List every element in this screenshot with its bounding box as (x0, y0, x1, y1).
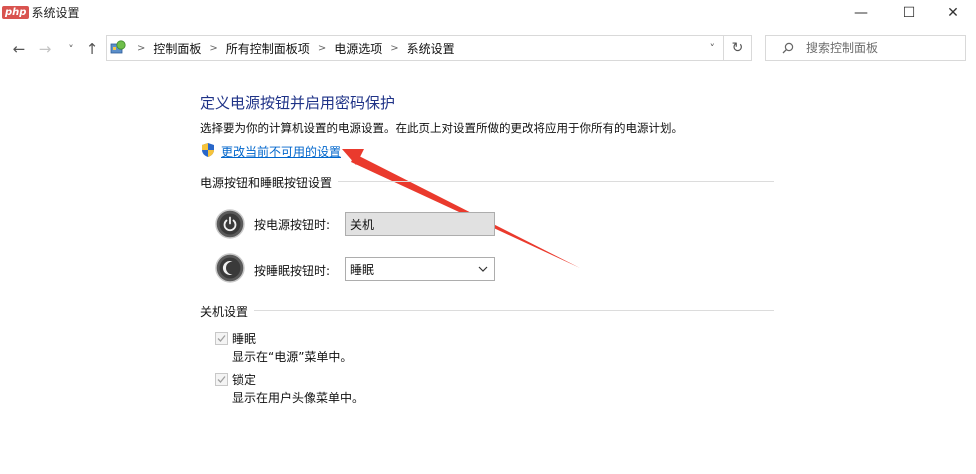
chevron-down-icon (478, 266, 488, 272)
power-button-select-value: 关机 (350, 217, 375, 232)
forward-button[interactable]: → (35, 38, 55, 60)
back-button[interactable]: ← (9, 38, 29, 60)
power-button-select[interactable]: 关机 (345, 212, 495, 236)
sleep-button-label: 按睡眠按钮时: (254, 264, 331, 278)
close-button[interactable]: ✕ (930, 0, 976, 26)
breadcrumb-item-all-items[interactable]: 所有控制面板项 (226, 40, 310, 57)
breadcrumb-item-power-options[interactable]: 电源选项 (334, 40, 382, 57)
search-icon (782, 42, 794, 54)
sleep-button-icon (215, 253, 245, 283)
power-group-title: 电源按钮和睡眠按钮设置 (200, 174, 339, 191)
breadcrumb-separator-icon: > (390, 42, 399, 54)
up-button[interactable]: ↑ (82, 38, 102, 60)
power-button-icon (215, 209, 245, 239)
annotation-arrow (342, 149, 580, 268)
lock-checkbox[interactable] (215, 373, 228, 386)
recent-locations-button[interactable]: ˅ (61, 38, 81, 60)
lock-checkbox-label: 锁定 (232, 373, 257, 387)
uac-shield-icon (200, 142, 216, 158)
breadcrumb-separator-icon: > (209, 42, 218, 54)
maximize-button[interactable]: ☐ (886, 0, 932, 26)
window-title: php 系统设置 (2, 3, 79, 21)
power-button-label: 按电源按钮时: (254, 218, 331, 232)
search-box[interactable] (765, 35, 966, 61)
lock-checkbox-description: 显示在用户头像菜单中。 (232, 391, 365, 405)
check-icon (217, 376, 226, 383)
sleep-checkbox-description: 显示在“电源”菜单中。 (232, 350, 353, 364)
sleep-button-select[interactable]: 睡眠 (345, 257, 495, 281)
page-title: 定义电源按钮并启用密码保护 (200, 94, 396, 112)
breadcrumb-separator-icon: > (137, 42, 146, 54)
breadcrumb-separator-icon: > (317, 42, 327, 54)
sleep-checkbox[interactable] (215, 332, 228, 345)
window-title-text: 系统设置 (31, 5, 80, 20)
address-dropdown-button[interactable]: ˅ (710, 42, 716, 55)
shutdown-group-title: 关机设置 (200, 303, 255, 320)
shutdown-group-divider (200, 310, 774, 311)
search-input[interactable] (804, 40, 958, 56)
refresh-button[interactable]: ↻ (724, 35, 752, 61)
sleep-button-select-value: 睡眠 (350, 262, 375, 277)
change-unavailable-settings-link[interactable]: 更改当前不可用的设置 (221, 143, 341, 160)
page-description: 选择要为你的计算机设置的电源设置。在此页上对设置所做的更改将应用于你所有的电源计… (200, 121, 683, 135)
title-bar: php 系统设置 — ☐ ✕ (0, 0, 976, 30)
breadcrumb-item-system-settings[interactable]: 系统设置 (407, 40, 455, 57)
control-panel-icon (109, 38, 127, 59)
sleep-checkbox-label: 睡眠 (232, 332, 257, 346)
breadcrumb-item-control-panel[interactable]: 控制面板 (153, 40, 201, 57)
address-bar[interactable]: > 控制面板 > 所有控制面板项 > 电源选项 > 系统设置 ˅ (106, 35, 724, 61)
watermark-logo: php (2, 5, 30, 19)
minimize-button[interactable]: — (838, 0, 884, 26)
check-icon (217, 335, 226, 342)
